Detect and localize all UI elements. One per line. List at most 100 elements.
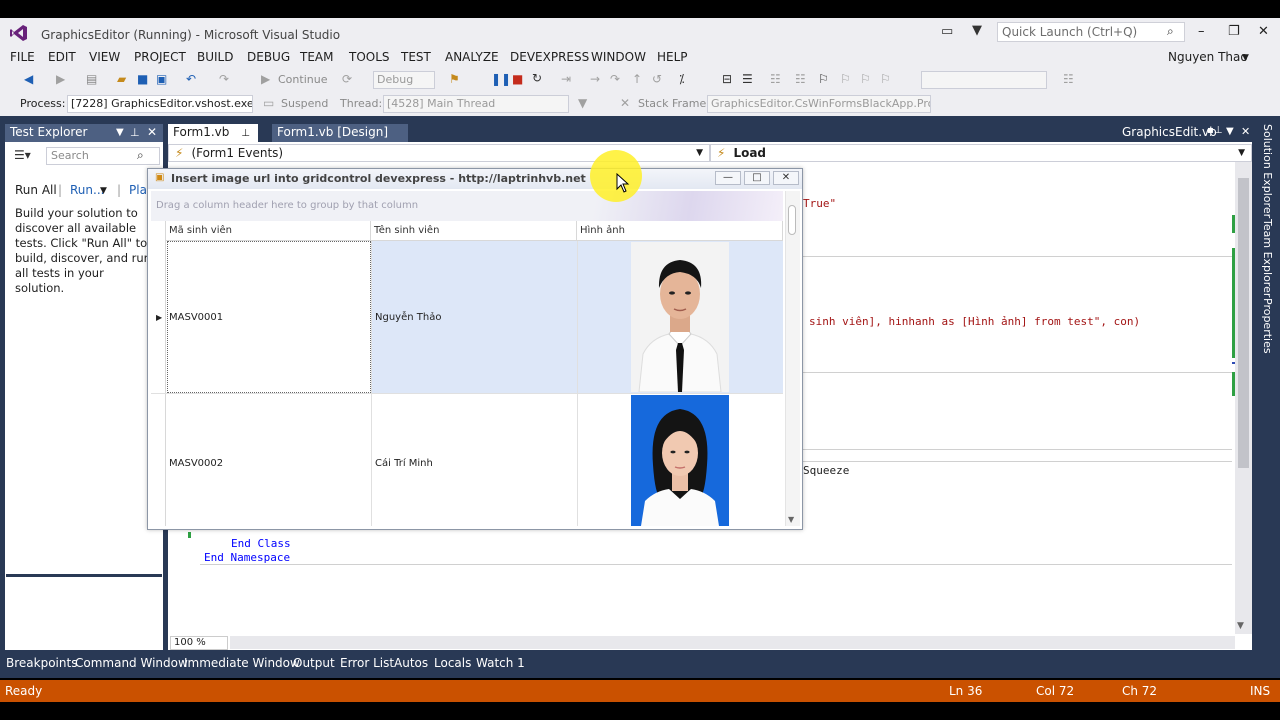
grid-vertical-scrollbar[interactable] <box>785 191 800 526</box>
stack-frame-select[interactable]: GraphicsEditor.CsWinFormsBlackApp.Pro <box>707 95 931 113</box>
run-all-link[interactable]: Run All <box>15 183 57 197</box>
pin-icon[interactable]: ⊥ <box>130 126 140 139</box>
tab-pin-icon[interactable]: ⊥ <box>241 128 250 139</box>
tab-form1-vb[interactable]: Form1.vb ⊥ ✕ <box>168 124 258 153</box>
tab-command-window[interactable]: Command Window <box>75 656 188 670</box>
user-chevron-icon[interactable]: ▼ <box>1242 53 1249 63</box>
back-icon[interactable]: ◀ <box>24 72 33 86</box>
window-position-icon[interactable]: ▼ <box>116 127 124 138</box>
column-header-student-name[interactable]: Tên sinh viên <box>371 221 577 241</box>
tab-form1-design[interactable]: Form1.vb [Design] <box>272 124 408 142</box>
side-tab-team-explorer[interactable]: Team Explorer <box>1258 219 1274 297</box>
thread-filter-icon[interactable]: ▼ <box>578 96 587 110</box>
continue-icon[interactable]: ▶ <box>261 72 270 86</box>
group-by-icon[interactable]: ☰▾ <box>14 148 31 162</box>
zoom-level-select[interactable]: 100 % <box>170 636 228 650</box>
method-name-dropdown[interactable]: ⚡ Load ▼ <box>710 144 1252 162</box>
outdent-icon[interactable]: ☷ <box>770 72 781 86</box>
save-icon[interactable]: ■ <box>137 72 148 86</box>
toolbar-overflow-icon[interactable]: ☷ <box>1063 72 1074 86</box>
undo-icon[interactable]: ↶ <box>186 72 196 86</box>
refresh-icon[interactable]: ⟳ <box>342 72 352 86</box>
save-all-icon[interactable]: ▣ <box>156 72 167 86</box>
menu-file[interactable]: FILE <box>10 50 35 64</box>
form-maximize-button[interactable]: □ <box>744 171 770 185</box>
row-1-student-photo[interactable] <box>631 242 729 392</box>
form-minimize-button[interactable]: — <box>715 171 741 185</box>
tab-graphicsedit[interactable]: GraphicsEdit.vb <box>1122 125 1217 139</box>
scroll-down-arrow-icon[interactable]: ▼ <box>1237 621 1244 631</box>
restart-icon[interactable]: ↻ <box>532 71 542 85</box>
maximize-button[interactable]: ❐ <box>1228 24 1240 39</box>
editor-vertical-scroll-thumb[interactable] <box>1238 178 1249 468</box>
menu-project[interactable]: PROJECT <box>134 50 186 64</box>
configuration-select[interactable]: Debug <box>373 71 435 89</box>
tab-error-list[interactable]: Error List <box>340 656 394 670</box>
suspend-label[interactable]: Suspend <box>281 97 328 110</box>
tab-autos[interactable]: Autos <box>394 656 428 670</box>
group-panel[interactable]: Drag a column header here to group by th… <box>151 191 783 221</box>
close-preview-icon[interactable]: ✕ <box>1241 125 1250 138</box>
step-back-icon[interactable]: ↺ <box>652 72 662 86</box>
side-tab-solution-explorer[interactable]: Solution Explorer <box>1258 124 1274 218</box>
bookmark-icon[interactable]: ⚐ <box>818 72 829 86</box>
indent-icon[interactable]: ☷ <box>795 72 806 86</box>
thread-select[interactable]: [4528] Main Thread <box>383 95 569 113</box>
menu-help[interactable]: HELP <box>657 50 688 64</box>
stop-debugging-icon[interactable]: ■ <box>512 72 523 86</box>
tab-immediate-window[interactable]: Immediate Window <box>184 656 300 670</box>
feedback-icon[interactable]: ▭ <box>941 24 953 39</box>
run-chevron-icon[interactable]: ▼ <box>100 186 107 196</box>
suspend-icon[interactable]: ▭ <box>263 96 274 110</box>
menu-devexpress[interactable]: DEVEXPRESS <box>510 50 589 64</box>
tab-watch-1[interactable]: Watch 1 <box>476 656 525 670</box>
minimize-button[interactable]: – <box>1198 24 1205 39</box>
menu-tools[interactable]: TOOLS <box>349 50 390 64</box>
break-all-icon[interactable]: ❚❚ <box>491 72 511 86</box>
tab-breakpoints[interactable]: Breakpoints <box>6 656 77 670</box>
menu-test[interactable]: TEST <box>401 50 431 64</box>
menu-team[interactable]: TEAM <box>300 50 333 64</box>
new-project-icon[interactable]: ▤ <box>86 72 97 86</box>
step-over-icon[interactable]: ↷ <box>610 72 620 86</box>
hex-display-icon[interactable]: ⁒ <box>679 72 684 86</box>
row-1-student-id[interactable]: MASV0001 <box>169 312 223 323</box>
flag-thread-icon[interactable]: ✕ <box>620 96 630 110</box>
forward-icon[interactable]: ▶ <box>56 72 65 86</box>
menu-build[interactable]: BUILD <box>197 50 233 64</box>
editor-horizontal-scrollbar[interactable] <box>230 636 1235 649</box>
uncomment-icon[interactable]: ☰ <box>742 72 753 86</box>
step-into-icon[interactable]: → <box>590 72 600 86</box>
preview-pin-icon[interactable]: ▪⊥ <box>1207 125 1223 136</box>
side-tab-properties[interactable]: Properties <box>1258 298 1274 354</box>
find-icon[interactable]: ⚑ <box>449 72 460 86</box>
menu-debug[interactable]: DEBUG <box>247 50 290 64</box>
comment-icon[interactable]: ⊟ <box>722 72 732 86</box>
close-button[interactable]: ✕ <box>1258 24 1269 39</box>
test-search-icon[interactable]: ⌕ <box>137 148 144 163</box>
next-bookmark-icon[interactable]: ⚐ <box>860 72 871 86</box>
menu-view[interactable]: VIEW <box>89 50 120 64</box>
close-test-explorer-icon[interactable]: ✕ <box>147 125 157 139</box>
row-2-student-id[interactable]: MASV0002 <box>169 458 223 469</box>
menu-analyze[interactable]: ANALYZE <box>445 50 499 64</box>
prev-bookmark-icon[interactable]: ⚐ <box>840 72 851 86</box>
panel-splitter[interactable] <box>6 574 162 577</box>
process-select[interactable]: [7228] GraphicsEditor.vshost.exe <box>67 95 253 113</box>
menu-edit[interactable]: EDIT <box>48 50 76 64</box>
row-2-student-photo[interactable] <box>631 395 729 526</box>
filter-icon[interactable]: ▼ <box>972 23 982 38</box>
column-header-image[interactable]: Hình ảnh <box>577 221 783 241</box>
active-files-icon[interactable]: ▼ <box>1226 126 1234 137</box>
row-2-student-name[interactable]: Cái Trí Minh <box>375 458 433 469</box>
tab-locals[interactable]: Locals <box>434 656 471 670</box>
grid-scroll-thumb[interactable] <box>788 205 796 235</box>
menu-window[interactable]: WINDOW <box>591 50 646 64</box>
step-out-icon[interactable]: ↑ <box>632 72 642 86</box>
tab-output[interactable]: Output <box>293 656 335 670</box>
row-1-student-name[interactable]: Nguyễn Thảo <box>375 312 441 323</box>
redo-icon[interactable]: ↷ <box>219 72 229 86</box>
show-next-statement-icon[interactable]: ⇥ <box>561 72 571 86</box>
quick-launch-input[interactable]: Quick Launch (Ctrl+Q) <box>997 22 1185 42</box>
continue-label[interactable]: Continue <box>278 73 327 86</box>
